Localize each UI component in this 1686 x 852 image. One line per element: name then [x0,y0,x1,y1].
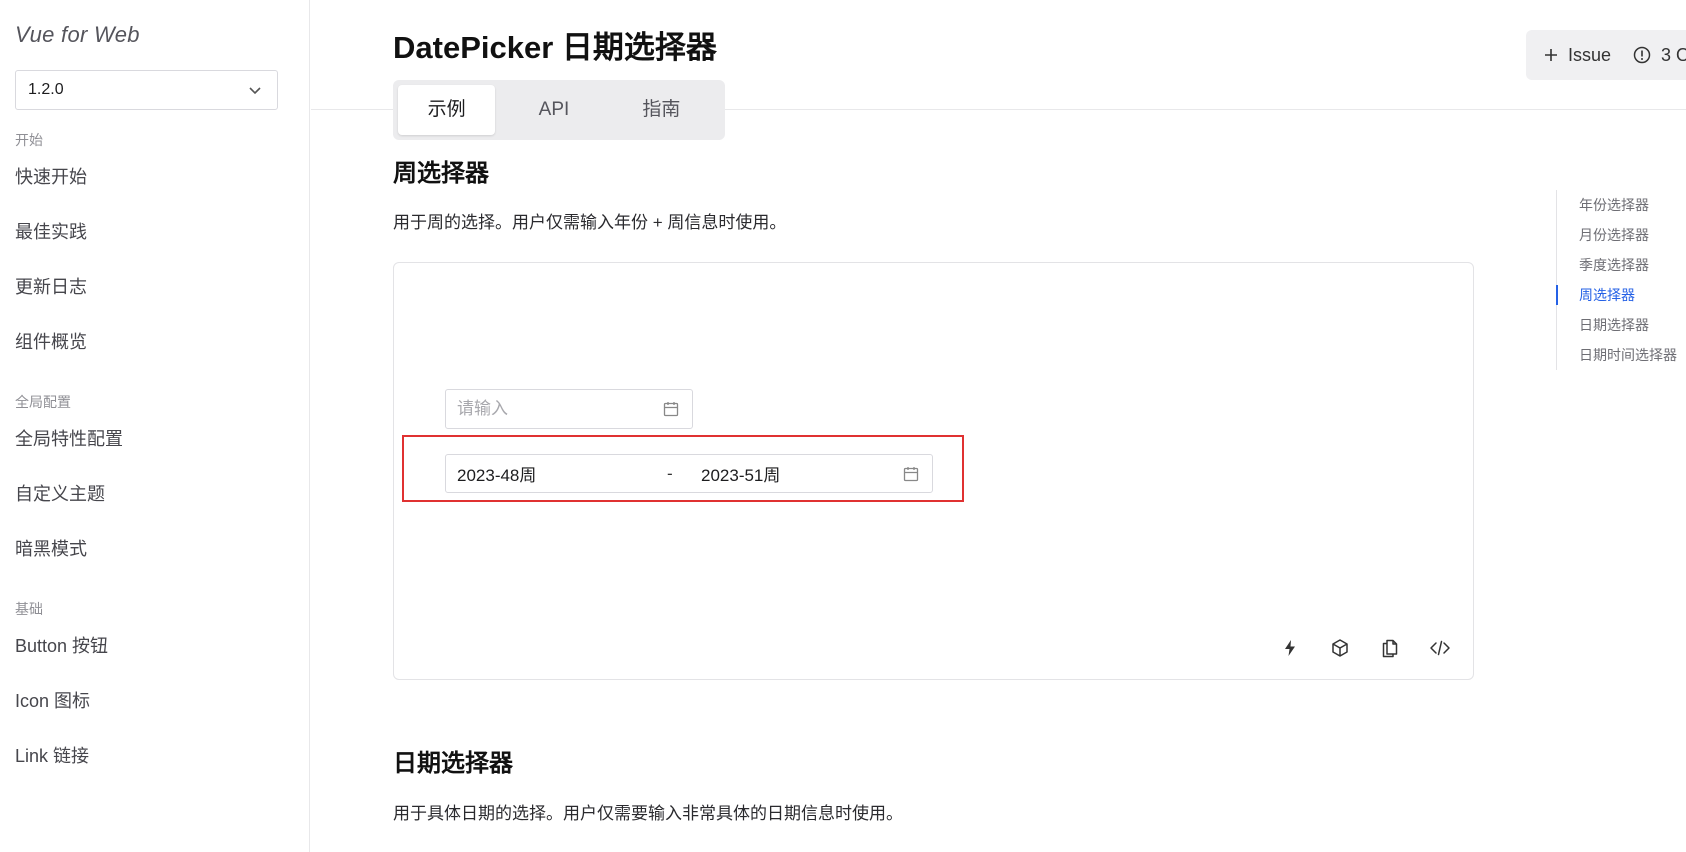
top-actions: Issue 3 O [1526,30,1686,80]
chevron-down-icon [249,87,261,95]
sidebar-item-changelog[interactable]: 更新日志 [15,260,295,315]
toc-item-year[interactable]: 年份选择器 [1557,190,1686,220]
copy-button[interactable] [1377,635,1403,661]
week-input-field[interactable] [457,399,637,419]
sandbox-button[interactable] [1327,635,1353,661]
sidebar-item-custom-theme[interactable]: 自定义主题 [15,467,295,522]
toc-item-date[interactable]: 日期选择器 [1557,310,1686,340]
sidebar: Vue for Web 1.2.0 开始 快速开始 最佳实践 更新日志 组件概览… [0,0,310,852]
sidebar-item-global-config[interactable]: 全局特性配置 [15,412,295,467]
sidebar-item-link[interactable]: Link 链接 [15,729,295,784]
sidebar-item-button[interactable]: Button 按钮 [15,619,295,674]
code-icon [1430,640,1450,656]
sidebar-item-overview[interactable]: 组件概览 [15,315,295,370]
sidebar-item-best-practice[interactable]: 最佳实践 [15,205,295,260]
section-desc-date: 用于具体日期的选择。用户仅需要输入非常具体的日期信息时使用。 [393,804,903,823]
section-title-week: 周选择器 [393,160,489,187]
version-select[interactable]: 1.2.0 [15,70,278,110]
toc-item-month[interactable]: 月份选择器 [1557,220,1686,250]
sidebar-nav: 开始 快速开始 最佳实践 更新日志 组件概览 全局配置 全局特性配置 自定义主题… [15,130,295,784]
open-issues-count: 3 O [1661,44,1686,65]
version-value: 1.2.0 [28,81,64,98]
demo-toolbar [1253,635,1453,661]
cube-icon [1332,639,1348,657]
nav-group-title: 基础 [15,601,43,617]
page-title: DatePicker 日期选择器 [393,30,717,65]
range-end-input[interactable]: 2023-51周 [691,461,902,486]
new-issue-button[interactable]: Issue [1544,45,1611,66]
calendar-icon[interactable] [662,400,680,418]
view-code-button[interactable] [1427,635,1453,661]
demo-card: 2023-48周 - 2023-51周 [393,262,1474,680]
run-button[interactable] [1277,635,1303,661]
info-circle-icon [1633,46,1651,64]
week-range-picker[interactable]: 2023-48周 - 2023-51周 [445,454,933,493]
toc-item-quarter[interactable]: 季度选择器 [1557,250,1686,280]
plus-icon [1545,49,1557,61]
sidebar-item-icon[interactable]: Icon 图标 [15,674,295,729]
nav-group-title: 开始 [15,132,43,148]
range-start-input[interactable]: 2023-48周 [457,461,667,486]
section-desc-week: 用于周的选择。用户仅需输入年份 + 周信息时使用。 [393,213,787,232]
tab-examples[interactable]: 示例 [398,85,496,135]
calendar-icon[interactable] [902,465,920,483]
lightning-icon [1285,640,1295,656]
table-of-contents: 年份选择器 月份选择器 季度选择器 周选择器 日期选择器 日期时间选择器 [1556,190,1686,370]
toc-item-datetime[interactable]: 日期时间选择器 [1557,340,1686,370]
tab-bar: 示例 API 指南 [393,80,725,140]
toc-item-week[interactable]: 周选择器 [1556,280,1686,310]
brand-logo[interactable]: Vue for Web [15,22,140,48]
week-picker-input[interactable] [445,389,693,429]
page-header: DatePicker 日期选择器 示例 API 指南 [311,0,1686,140]
nav-group-title: 全局配置 [15,394,71,410]
issue-label: Issue [1568,44,1612,65]
section-title-date: 日期选择器 [393,750,513,777]
copy-icon [1382,639,1398,658]
sidebar-item-dark-mode[interactable]: 暗黑模式 [15,522,295,577]
range-separator: - [667,463,673,483]
open-issues-button[interactable]: 3 O [1633,45,1686,66]
tab-api[interactable]: API [505,85,602,135]
tab-guide[interactable]: 指南 [613,85,710,135]
sidebar-item-quick-start[interactable]: 快速开始 [15,150,295,205]
